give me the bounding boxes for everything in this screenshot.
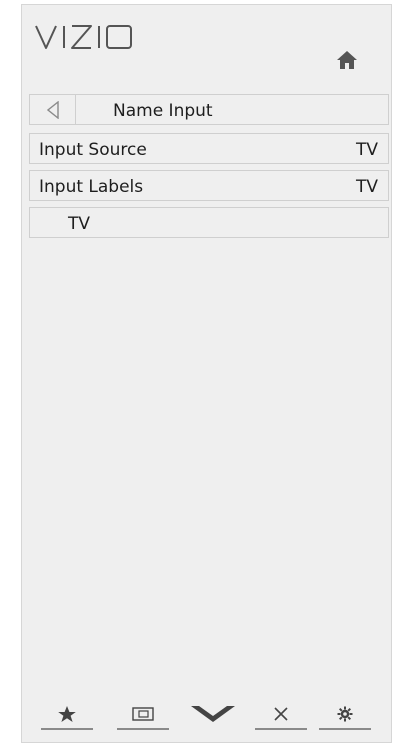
- v-logo-icon: [191, 706, 235, 722]
- back-button[interactable]: [30, 95, 76, 124]
- menu-header: Name Input: [29, 94, 389, 125]
- menu-item-label: TV: [68, 214, 91, 234]
- gear-icon: [337, 706, 353, 722]
- menu-item-value: TV: [355, 177, 378, 197]
- widescreen-icon: [132, 707, 154, 721]
- back-arrow-icon: [47, 101, 59, 119]
- star-icon: [58, 706, 76, 722]
- wide-mode-button[interactable]: [117, 700, 169, 730]
- favorites-button[interactable]: [41, 700, 93, 730]
- home-icon[interactable]: [334, 48, 360, 72]
- menu-item-input-labels[interactable]: Input Labels TV: [29, 170, 389, 201]
- menu-item-value: TV: [355, 140, 378, 160]
- settings-button[interactable]: [319, 700, 371, 730]
- menu-item-label: Input Source: [39, 140, 147, 160]
- vizio-logo: [33, 17, 153, 57]
- menu-title: Name Input: [113, 101, 213, 121]
- menu-item-tv[interactable]: TV: [29, 207, 389, 238]
- menu-item-input-source[interactable]: Input Source TV: [29, 133, 389, 164]
- close-icon: [274, 707, 288, 721]
- bottom-nav: [21, 700, 392, 730]
- close-button[interactable]: [255, 700, 307, 730]
- vizio-v-button[interactable]: [187, 700, 239, 730]
- menu-item-label: Input Labels: [39, 177, 144, 197]
